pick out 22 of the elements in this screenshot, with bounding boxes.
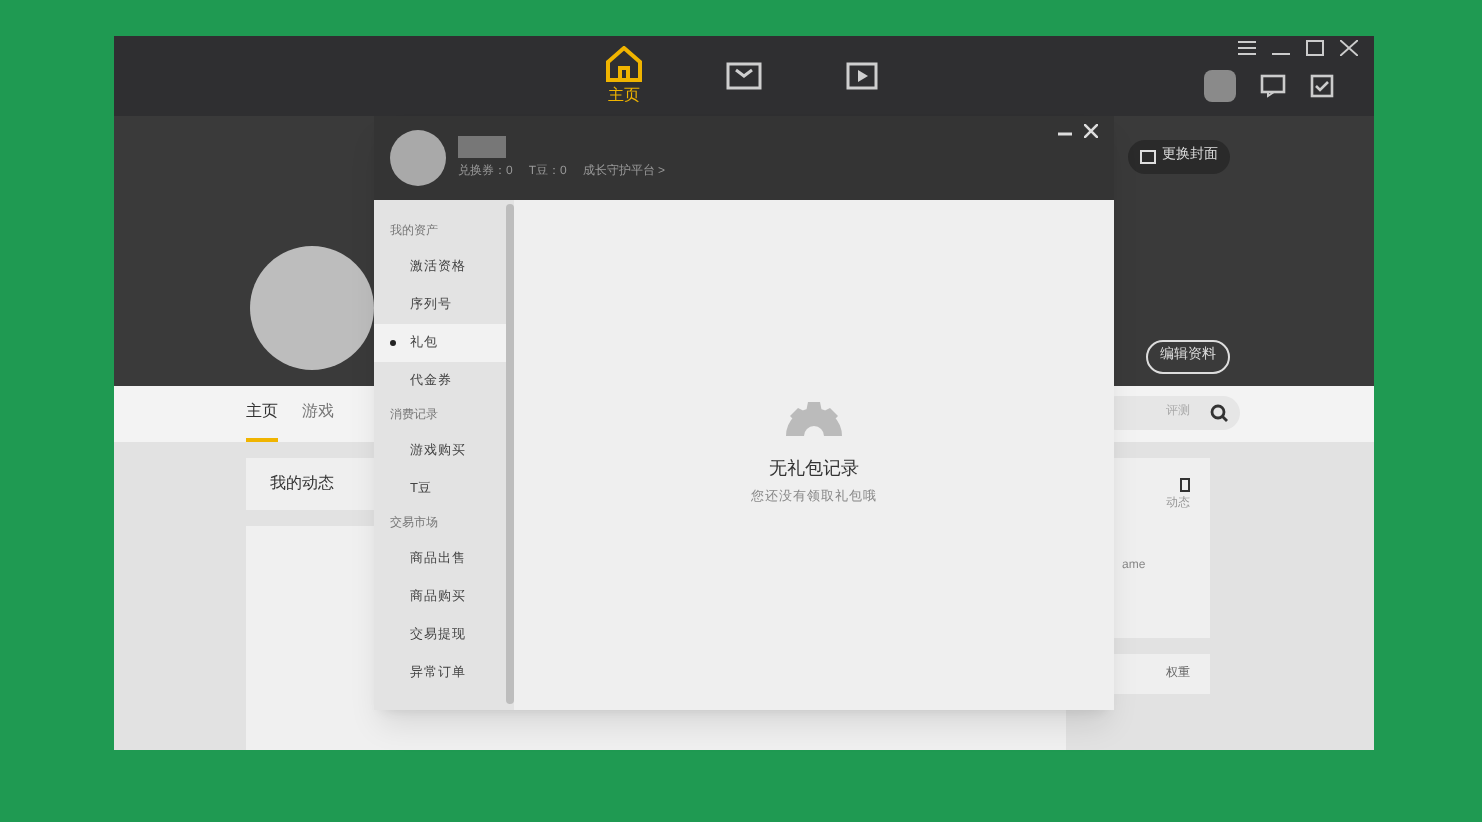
image-icon [1140,149,1156,164]
nav-tab[interactable]: 主页 [594,45,654,107]
dialog-avatar [390,130,446,186]
feed-title: 我的动态 [270,472,334,496]
search-icon[interactable] [1210,404,1228,422]
close-icon[interactable] [1084,124,1098,138]
gear-icon [780,400,848,436]
message-icon[interactable] [1260,74,1286,98]
home-icon [604,45,644,81]
empty-title: 无礼包记录 [769,456,859,482]
menu-icon[interactable] [1238,40,1256,56]
maximize-icon[interactable] [1306,40,1324,56]
page-tab[interactable]: 游戏 [302,386,334,442]
user-avatar[interactable] [1204,70,1236,102]
username-placeholder [458,135,506,157]
tray-icon [726,62,762,90]
phone-icon [1180,478,1190,492]
play-icon [846,62,882,90]
page-tab[interactable]: 主页 [246,386,278,442]
checkbox-icon[interactable] [1310,74,1334,98]
scrollbar[interactable] [506,204,514,704]
close-icon[interactable] [1340,40,1358,56]
